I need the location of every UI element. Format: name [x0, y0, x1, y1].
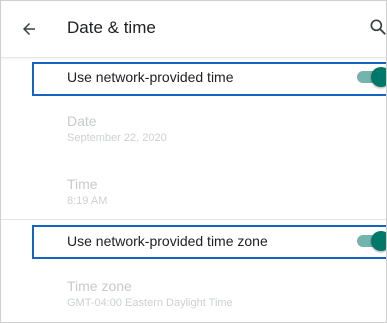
timezone-label: Time zone	[67, 278, 132, 294]
time-value: 8:19 AM	[67, 195, 108, 207]
network-time-label: Use network-provided time	[67, 69, 234, 85]
date-row[interactable]: Date September 22, 2020	[1, 106, 386, 150]
arrow-back-icon	[23, 23, 35, 35]
network-timezone-toggle[interactable]	[357, 231, 386, 251]
timezone-row[interactable]: Time zone GMT-04:00 Eastern Daylight Tim…	[1, 271, 386, 315]
date-value: September 22, 2020	[67, 132, 167, 144]
network-timezone-label: Use network-provided time zone	[67, 233, 268, 249]
section-divider	[1, 219, 386, 220]
search-icon	[370, 19, 386, 35]
settings-screen: Date & time Use network-provided time Da…	[0, 0, 387, 323]
network-time-toggle-thumb	[371, 67, 386, 87]
time-label: Time	[67, 176, 98, 192]
date-label: Date	[67, 113, 97, 129]
network-time-toggle[interactable]	[357, 67, 386, 87]
network-timezone-toggle-thumb	[371, 231, 386, 251]
network-timezone-row[interactable]: Use network-provided time zone	[1, 225, 386, 257]
back-button[interactable]	[15, 15, 43, 43]
network-time-row[interactable]: Use network-provided time	[1, 61, 386, 93]
time-row[interactable]: Time 8:19 AM	[1, 169, 386, 213]
timezone-value: GMT-04:00 Eastern Daylight Time	[67, 297, 233, 309]
page-title: Date & time	[67, 18, 156, 37]
search-button[interactable]	[368, 17, 386, 41]
app-bar: Date & time	[1, 1, 386, 58]
